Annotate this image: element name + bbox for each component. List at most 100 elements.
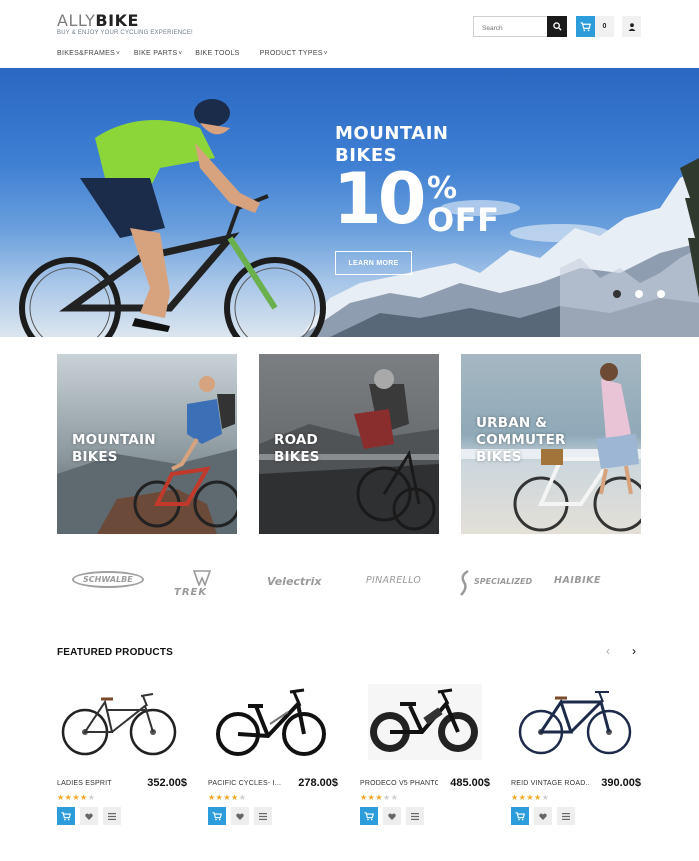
category-line1: MOUNTAIN [72,432,156,448]
compare-button[interactable] [406,807,424,825]
cart-icon [580,21,591,31]
cart-icon [364,811,374,820]
star-icon: ★ [238,793,247,802]
category-label: ROAD BIKES [274,432,320,466]
product-card[interactable]: PACIFIC CYCLES- I... 278.00$ ★★★★★ [208,684,338,825]
cart-count[interactable]: 0 [595,16,614,37]
category-line2: COMMUTER [476,432,566,448]
list-icon [562,812,570,820]
slider-dot-3[interactable] [657,290,665,298]
nav-product-types[interactable]: PRODUCT TYPES ˅ [260,50,328,57]
search-box [473,16,567,38]
bike-image [61,693,177,756]
star-icon: ★ [511,793,519,802]
product-name[interactable]: PRODECO V5 PHANTO... [360,780,438,787]
star-icon: ★ [383,793,391,802]
star-icon: ★ [72,793,81,802]
cart-button[interactable] [576,16,595,37]
learn-more-button[interactable]: LEARN MORE [335,251,412,275]
nav-label: BIKE PARTS [133,50,178,57]
product-price: 352.00$ [147,777,187,789]
nav-label: BIKES&FRAMES [57,50,116,57]
star-icon: ★ [57,793,65,802]
hero-percent: % [427,171,458,206]
hero-off: OFF [427,201,500,239]
product-image[interactable] [360,684,482,760]
brand-logos: SCHWALBE TREK Velectrix PINARELLO SPECIA… [57,566,641,606]
add-to-cart-button[interactable] [57,807,75,825]
product-price: 390.00$ [601,777,641,789]
brand-schwalbe[interactable]: SCHWALBE [72,571,144,588]
bike-image [518,691,632,755]
hero-title-line1: MOUNTAIN [335,123,449,144]
star-icon: ★ [360,793,368,802]
heart-icon [539,813,547,820]
brand-trek[interactable]: TREK [174,587,207,598]
brand-haibike[interactable]: HAIBIKE [554,575,601,586]
search-icon [552,22,562,31]
category-mountain-bikes[interactable]: MOUNTAIN BIKES [57,354,237,534]
product-rating: ★★★★★ [208,793,246,802]
star-icon: ★ [541,793,550,802]
main-nav: BIKES&FRAMES ˅ BIKE PARTS ˅ BIKE TOOLS PRO… [57,50,328,57]
cart-icon [515,811,525,820]
compare-button[interactable] [557,807,575,825]
compare-button[interactable] [254,807,272,825]
product-card[interactable]: REID VINTAGE ROAD... 390.00$ ★★★★★ [511,684,641,825]
product-price: 485.00$ [450,777,490,789]
list-icon [411,812,419,820]
hero-discount: 10 [333,158,426,240]
chevron-down-icon: ˅ [323,50,328,57]
list-icon [108,812,116,820]
nav-bike-parts[interactable]: BIKE PARTS ˅ [134,50,182,57]
star-icon: ★ [231,793,239,802]
wishlist-button[interactable] [80,807,98,825]
product-rating: ★★★★★ [511,793,549,802]
product-image[interactable] [57,684,177,760]
chevron-down-icon: ˅ [116,50,120,57]
product-card[interactable]: PRODECO V5 PHANTO... 485.00$ ★★★★★ [360,684,490,825]
product-image[interactable] [208,684,326,760]
product-rating: ★★★★★ [360,793,398,802]
slider-dot-1[interactable] [613,290,621,298]
logo-ally: ALLY [57,11,96,30]
star-icon: ★ [526,793,535,802]
nav-label: BIKE TOOLS [195,50,240,57]
account-button[interactable] [622,16,641,37]
search-input[interactable] [474,19,548,38]
slider-dot-2[interactable] [635,290,643,298]
star-icon: ★ [223,793,232,802]
star-icon: ★ [87,793,96,802]
category-urban-commuter-bikes[interactable]: URBAN & COMMUTER BIKES [461,354,641,534]
carousel-next-button[interactable]: › [632,644,636,658]
carousel-prev-button[interactable]: ‹ [606,644,610,658]
product-card[interactable]: LADIES ESPRIT 352.00$ ★★★★★ [57,684,187,825]
nav-bike-tools[interactable]: BIKE TOOLS [195,50,239,57]
product-name[interactable]: PACIFIC CYCLES- I... [208,780,286,787]
search-button[interactable] [547,16,567,37]
compare-button[interactable] [103,807,121,825]
wishlist-button[interactable] [231,807,249,825]
product-image[interactable] [511,684,632,760]
wishlist-button[interactable] [534,807,552,825]
star-icon: ★ [390,793,399,802]
product-actions [208,807,272,825]
category-road-bikes[interactable]: ROAD BIKES [259,354,439,534]
add-to-cart-button[interactable] [360,807,378,825]
brand-velectrix[interactable]: Velectrix [267,575,321,588]
trek-emblem-icon [193,570,211,586]
cart-icon [212,811,222,820]
slider-dots [613,290,665,298]
logo-bike: BIKE [95,11,139,30]
hero-slider[interactable]: MOUNTAIN BIKES 10 % OFF LEARN MORE [0,68,699,337]
add-to-cart-button[interactable] [511,807,529,825]
logo[interactable]: ALLYBIKE BUY & ENJOY YOUR CYCLING EXPERI… [57,11,193,37]
heart-icon [388,813,396,820]
product-name[interactable]: REID VINTAGE ROAD... [511,780,589,787]
brand-pinarello[interactable]: PINARELLO [366,575,421,586]
nav-bikes-frames[interactable]: BIKES&FRAMES ˅ [57,50,120,57]
add-to-cart-button[interactable] [208,807,226,825]
product-name[interactable]: LADIES ESPRIT [57,780,135,787]
brand-specialized[interactable]: SPECIALIZED [474,577,532,586]
wishlist-button[interactable] [383,807,401,825]
